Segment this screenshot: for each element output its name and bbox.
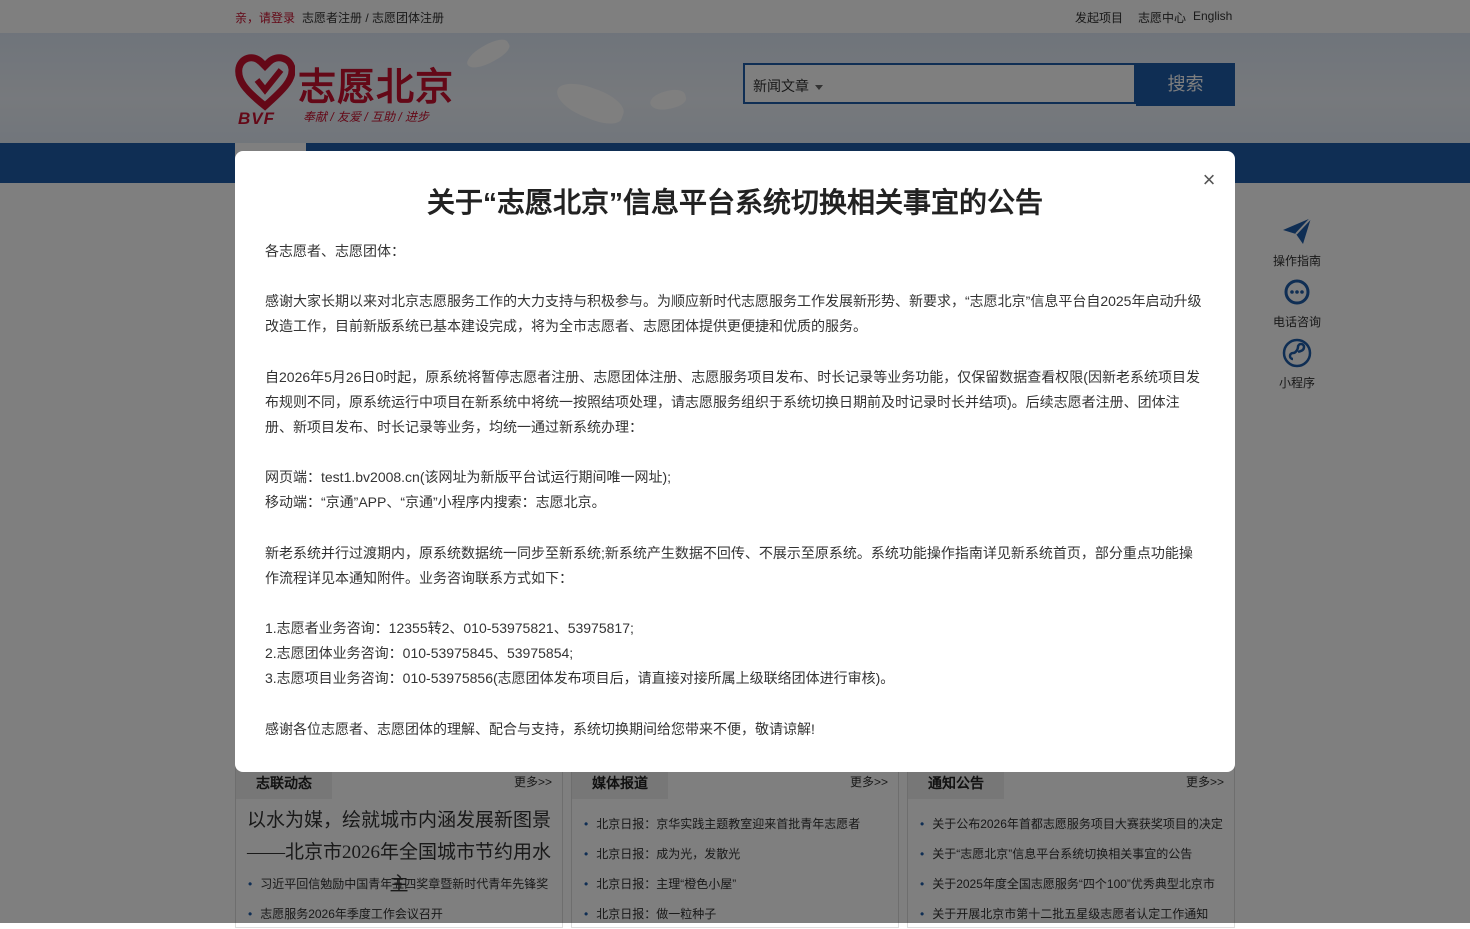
greeting-paragraph: 各志愿者、志愿团体： (265, 239, 1205, 264)
paragraph-text: 新老系统并行过渡期内，原系统数据统一同步至新系统;新系统产生数据不回传、不展示至… (265, 544, 1193, 586)
contact-line: 3.志愿项目业务咨询：010-53975856(志愿团体发布项目后，请直接对接所… (265, 670, 895, 687)
announcement-modal: 关于“志愿北京”信息平台系统切换相关事宜的公告 × 各志愿者、志愿团体： 感谢大… (235, 151, 1235, 772)
close-icon[interactable]: × (1197, 167, 1221, 193)
contact-paragraph: 1.志愿者业务咨询：12355转2、010-53975821、53975817;… (265, 616, 1205, 692)
web-url-text: 网页端：test1.bv2008.cn(该网址为新版平台试运行期间唯一网址); (265, 469, 672, 486)
paragraph-text: 自2026年5月26日0时起，原系统将暂停志愿者注册、志愿团体注册、志愿服务项目… (265, 368, 1200, 436)
contact-line: 2.志愿团体业务咨询：010-53975845、53975854; (265, 645, 574, 662)
paragraph-text: 各志愿者、志愿团体： (265, 243, 405, 259)
paragraph-text: 感谢各位志愿者、志愿团体的理解、配合与支持，系统切换期间给您带来不便，敬请谅解! (265, 720, 815, 737)
modal-title: 关于“志愿北京”信息平台系统切换相关事宜的公告 (426, 187, 1043, 218)
modal-body: 各志愿者、志愿团体： 感谢大家长期以来对北京志愿服务工作的大力支持与积极参与。为… (265, 239, 1205, 767)
paragraph-text: 感谢大家长期以来对北京志愿服务工作的大力支持与积极参与。为顺应新时代志愿服务工作… (265, 293, 1202, 335)
mobile-text: 移动端：“京通”APP、“京通”小程序内搜索：志愿北京。 (265, 494, 606, 511)
intro-paragraph: 感谢大家长期以来对北京志愿服务工作的大力支持与积极参与。为顺应新时代志愿服务工作… (265, 289, 1205, 339)
transition-paragraph: 新老系统并行过渡期内，原系统数据统一同步至新系统;新系统产生数据不回传、不展示至… (265, 541, 1205, 591)
contact-line: 1.志愿者业务咨询：12355转2、010-53975821、53975817; (265, 620, 634, 637)
closing-paragraph: 感谢各位志愿者、志愿团体的理解、配合与支持，系统切换期间给您带来不便，敬请谅解! (265, 717, 1205, 742)
switch-paragraph: 自2026年5月26日0时起，原系统将暂停志愿者注册、志愿团体注册、志愿服务项目… (265, 365, 1205, 441)
access-paragraph: 网页端：test1.bv2008.cn(该网址为新版平台试运行期间唯一网址); 移… (265, 465, 1205, 515)
